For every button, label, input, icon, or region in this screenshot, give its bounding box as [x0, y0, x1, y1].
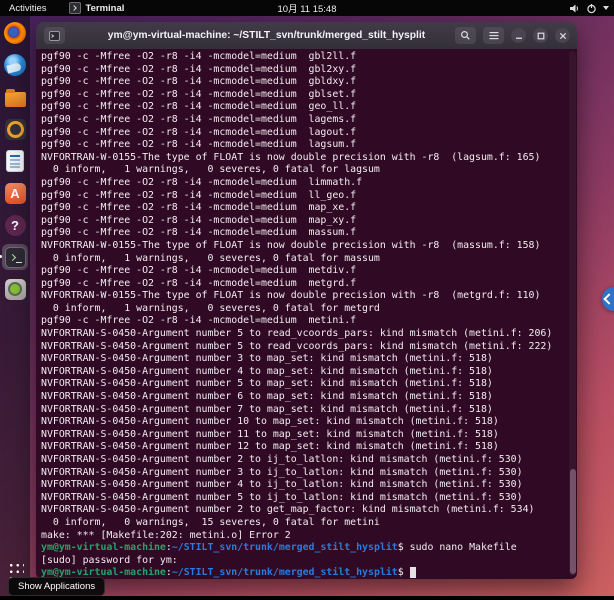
hamburger-icon — [489, 31, 499, 40]
terminal-line: NVFORTRAN-S-0450-Argument number 5 to ij… — [41, 492, 575, 505]
terminal-line: NVFORTRAN-S-0450-Argument number 5 to re… — [41, 341, 575, 354]
window-app-icon — [49, 31, 60, 41]
terminal-line: NVFORTRAN-S-0450-Argument number 2 to ge… — [41, 504, 575, 517]
terminal-line: NVFORTRAN-W-0155-The type of FLOAT is no… — [41, 290, 575, 303]
terminal-line: pgf90 -c -Mfree -O2 -r8 -i4 -mcmodel=med… — [41, 265, 575, 278]
terminal-line: NVFORTRAN-S-0450-Argument number 11 to m… — [41, 429, 575, 442]
status-menu[interactable] — [569, 0, 609, 16]
menu-button[interactable] — [483, 27, 504, 44]
window-title: ym@ym-virtual-machine: ~/STILT_svn/trunk… — [76, 22, 457, 49]
top-bar: Activities Terminal 10月 11 15:48 — [0, 0, 614, 16]
minimize-button[interactable] — [511, 28, 526, 43]
desktop: Activities Terminal 10月 11 15:48 A ? — [0, 0, 614, 600]
terminal-line: NVFORTRAN-W-0155-The type of FLOAT is no… — [41, 152, 575, 165]
terminal-output[interactable]: pgf90 -c -Mfree -O2 -r8 -i4 -mcmodel=med… — [36, 49, 577, 579]
help-icon: ? — [5, 215, 26, 236]
terminal-line: NVFORTRAN-S-0450-Argument number 7 to ma… — [41, 404, 575, 417]
terminal-line: NVFORTRAN-S-0450-Argument number 6 to ma… — [41, 391, 575, 404]
terminal-line: pgf90 -c -Mfree -O2 -r8 -i4 -mcmodel=med… — [41, 202, 575, 215]
chevron-down-icon — [603, 6, 609, 10]
dock-item-terminal[interactable] — [2, 244, 28, 270]
terminal-icon — [5, 247, 26, 268]
volume-icon — [569, 3, 580, 14]
dock-item-firefox[interactable] — [2, 20, 28, 46]
search-icon — [460, 30, 471, 41]
terminal-line: pgf90 -c -Mfree -O2 -r8 -i4 -mcmodel=med… — [41, 64, 575, 77]
dock: A ? — [0, 16, 30, 596]
terminal-line: NVFORTRAN-S-0450-Argument number 4 to ij… — [41, 479, 575, 492]
show-applications-tooltip: Show Applications — [8, 577, 105, 596]
dock-item-thunderbird[interactable] — [2, 52, 28, 78]
terminal-line: NVFORTRAN-S-0450-Argument number 5 to re… — [41, 328, 575, 341]
focused-app-label: Terminal — [85, 3, 124, 14]
maximize-button[interactable] — [533, 28, 548, 43]
terminal-line: 0 inform, 1 warnings, 0 severes, 0 fatal… — [41, 164, 575, 177]
terminal-line: pgf90 -c -Mfree -O2 -r8 -i4 -mcmodel=med… — [41, 127, 575, 140]
terminal-line: NVFORTRAN-S-0450-Argument number 12 to m… — [41, 441, 575, 454]
dock-item-files[interactable] — [2, 84, 28, 110]
terminal-line: pgf90 -c -Mfree -O2 -r8 -i4 -mcmodel=med… — [41, 315, 575, 328]
terminal-line: ym@ym-virtual-machine:~/STILT_svn/trunk/… — [41, 567, 575, 579]
dock-item-rhythmbox[interactable] — [2, 116, 28, 142]
terminal-line: NVFORTRAN-S-0450-Argument number 10 to m… — [41, 416, 575, 429]
terminal-line: pgf90 -c -Mfree -O2 -r8 -i4 -mcmodel=med… — [41, 76, 575, 89]
terminal-line: pgf90 -c -Mfree -O2 -r8 -i4 -mcmodel=med… — [41, 89, 575, 102]
terminal-line: pgf90 -c -Mfree -O2 -r8 -i4 -mcmodel=med… — [41, 177, 575, 190]
terminal-line: [sudo] password for ym: — [41, 555, 575, 568]
terminal-line: pgf90 -c -Mfree -O2 -r8 -i4 -mcmodel=med… — [41, 190, 575, 203]
bottom-screen-strip — [0, 596, 614, 600]
terminal-line: pgf90 -c -Mfree -O2 -r8 -i4 -mcmodel=med… — [41, 278, 575, 291]
software-store-icon: A — [5, 183, 26, 204]
terminal-line: pgf90 -c -Mfree -O2 -r8 -i4 -mcmodel=med… — [41, 114, 575, 127]
dock-item-libreoffice-writer[interactable] — [2, 148, 28, 174]
terminal-window: ym@ym-virtual-machine: ~/STILT_svn/trunk… — [36, 22, 577, 579]
terminal-line: 0 inform, 1 warnings, 0 severes, 0 fatal… — [41, 303, 575, 316]
search-button[interactable] — [455, 27, 476, 44]
maximize-icon — [537, 32, 545, 40]
dock-item-ubuntu-software[interactable]: A — [2, 180, 28, 206]
scrollbar-thumb[interactable] — [570, 469, 576, 574]
music-record-icon — [5, 119, 26, 140]
terminal-line: NVFORTRAN-W-0155-The type of FLOAT is no… — [41, 240, 575, 253]
minimize-icon — [515, 32, 523, 40]
activities-button[interactable]: Activities — [0, 3, 55, 14]
power-icon — [586, 3, 597, 14]
terminal-line: 0 inform, 0 warnings, 15 severes, 0 fata… — [41, 517, 575, 530]
terminal-app-icon — [69, 2, 81, 14]
terminal-line: pgf90 -c -Mfree -O2 -r8 -i4 -mcmodel=med… — [41, 101, 575, 114]
terminal-headerbar[interactable]: ym@ym-virtual-machine: ~/STILT_svn/trunk… — [36, 22, 577, 50]
terminal-line: NVFORTRAN-S-0450-Argument number 3 to ma… — [41, 353, 575, 366]
terminal-line: NVFORTRAN-S-0450-Argument number 5 to ma… — [41, 378, 575, 391]
thunderbird-icon — [4, 54, 26, 76]
focused-app-indicator[interactable]: Terminal — [69, 2, 124, 14]
terminal-line: make: *** [Makefile:202: metini.o] Error… — [41, 530, 575, 543]
settings-gear-icon — [5, 279, 26, 300]
terminal-line: NVFORTRAN-S-0450-Argument number 4 to ma… — [41, 366, 575, 379]
screen-edge-handle[interactable] — [602, 287, 614, 311]
terminal-line: pgf90 -c -Mfree -O2 -r8 -i4 -mcmodel=med… — [41, 139, 575, 152]
close-button[interactable] — [555, 28, 570, 43]
terminal-line: pgf90 -c -Mfree -O2 -r8 -i4 -mcmodel=med… — [41, 227, 575, 240]
terminal-line: 0 inform, 1 warnings, 0 severes, 0 fatal… — [41, 253, 575, 266]
writer-document-icon — [7, 151, 23, 171]
terminal-line: ym@ym-virtual-machine:~/STILT_svn/trunk/… — [41, 542, 575, 555]
firefox-icon — [4, 22, 26, 44]
terminal-line: NVFORTRAN-S-0450-Argument number 3 to ij… — [41, 467, 575, 480]
dock-item-help[interactable]: ? — [2, 212, 28, 238]
terminal-line: NVFORTRAN-S-0450-Argument number 2 to ij… — [41, 454, 575, 467]
window-app-button[interactable] — [44, 27, 65, 44]
terminal-line: pgf90 -c -Mfree -O2 -r8 -i4 -mcmodel=med… — [41, 51, 575, 64]
apps-grid-icon — [7, 561, 24, 578]
close-icon — [559, 32, 567, 40]
terminal-scrollbar[interactable] — [569, 51, 576, 576]
terminal-line: pgf90 -c -Mfree -O2 -r8 -i4 -mcmodel=med… — [41, 215, 575, 228]
dock-item-settings[interactable] — [2, 276, 28, 302]
files-folder-icon — [5, 92, 26, 107]
